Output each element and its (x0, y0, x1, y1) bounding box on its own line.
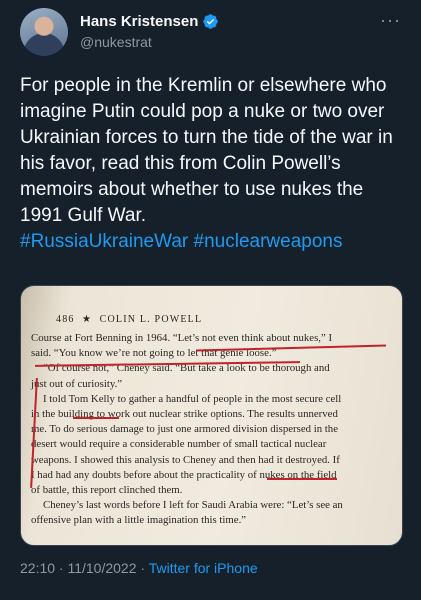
book-line: offensive plan with a little imagination… (31, 514, 247, 527)
verified-badge-icon (203, 14, 219, 29)
more-options-icon[interactable]: ··· (380, 10, 401, 31)
tweet-body: For people in the Kremlin or elsewhere w… (20, 75, 393, 226)
author-info: Hans Kristensen @nukestrat (80, 13, 219, 50)
tweet-timestamp[interactable]: 22:10 · 11/10/2022 · (20, 560, 149, 576)
book-line: in the building to work out nuclear stri… (31, 408, 338, 421)
book-line: Course at Fort Benning in 1964. “Let’s n… (31, 332, 333, 344)
book-line: weapons. I showed this analysis to Chene… (31, 453, 340, 466)
author-name[interactable]: Hans Kristensen (80, 13, 219, 30)
book-line: I told Tom Kelly to gather a handful of … (43, 392, 342, 405)
book-line: desert would require a considerable numb… (31, 438, 327, 451)
hashtag-russia-ukraine-war[interactable]: #RussiaUkraineWar (20, 231, 188, 252)
book-line: I had had any doubts before about the pr… (31, 468, 337, 481)
book-page-header: 486 ★ COLIN L. POWELL (56, 314, 396, 325)
star-icon: ★ (82, 314, 93, 325)
tweet-source-link[interactable]: Twitter for iPhone (149, 560, 258, 576)
tweet-text: For people in the Kremlin or elsewhere w… (20, 73, 405, 255)
tweet-footer: 22:10 · 11/10/2022 · Twitter for iPhone (20, 560, 258, 576)
tweet-photo[interactable]: 486 ★ COLIN L. POWELL Course at Fort Ben… (20, 285, 403, 546)
author-handle[interactable]: @nukestrat (80, 34, 219, 50)
red-underline (267, 478, 337, 480)
tweet-header: Hans Kristensen @nukestrat ··· (20, 8, 401, 56)
red-underline (73, 417, 119, 419)
avatar[interactable] (20, 8, 68, 56)
hashtag-nuclear-weapons[interactable]: #nuclearweapons (194, 231, 343, 252)
book-line: just out of curiosity.” (31, 377, 123, 390)
book-page-number: 486 (56, 314, 75, 325)
book-text: Course at Fort Benning in 1964. “Let’s n… (31, 331, 396, 529)
author-display-name[interactable]: Hans Kristensen (80, 13, 198, 30)
book-line: of battle, this report clinched them. (31, 484, 183, 497)
book-line: Cheney’s last words before I left for Sa… (43, 499, 343, 512)
book-line: me. To do serious damage to just one arm… (31, 423, 338, 436)
book-running-head: COLIN L. POWELL (99, 314, 203, 325)
